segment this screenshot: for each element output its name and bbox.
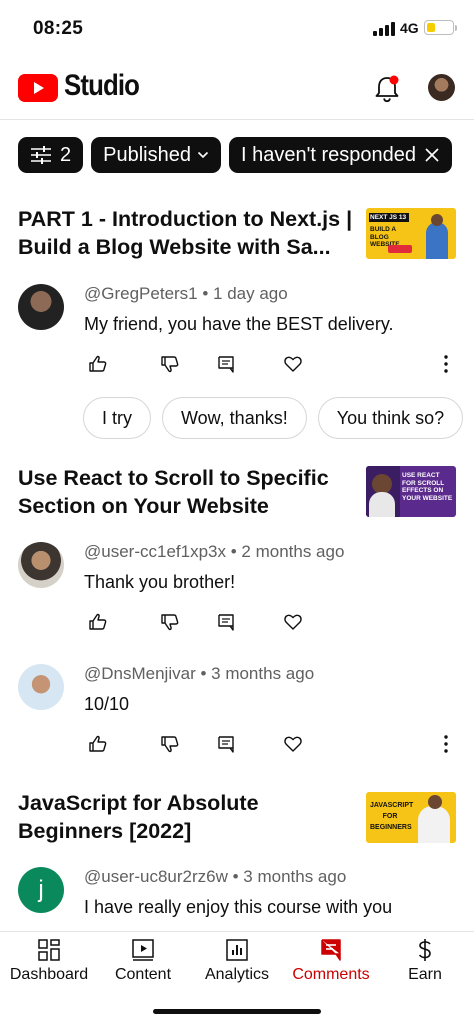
dashboard-icon [38, 939, 60, 961]
comment-time: 3 months ago [211, 664, 315, 683]
response-filter-chip[interactable]: I haven't responded [228, 137, 453, 173]
nav-dashboard-label: Dashboard [9, 966, 89, 983]
status-time: 08:25 [33, 18, 84, 39]
nav-analytics-label: Analytics [204, 966, 270, 983]
comment-time: 2 months ago [241, 542, 345, 561]
status-bar: 08:25 4G [0, 0, 474, 58]
video-title[interactable]: PART 1 - Introduction to Next.js | Build… [18, 205, 358, 261]
close-icon[interactable] [424, 147, 440, 163]
app-header: Studio [0, 58, 474, 120]
analytics-icon [226, 939, 248, 961]
comment-meta: @user-cc1ef1xp3x • 2 months ago [84, 542, 345, 561]
reply-icon[interactable] [216, 612, 236, 632]
filter-settings-chip[interactable]: 2 [18, 137, 84, 173]
nav-comments[interactable]: Comments [284, 932, 378, 992]
heart-icon[interactable] [283, 354, 303, 374]
published-filter-chip[interactable]: Published [91, 137, 221, 173]
video-title[interactable]: JavaScript for Absolute Beginners [2022] [18, 789, 358, 845]
home-indicator[interactable] [153, 1009, 321, 1014]
nav-earn-label: Earn [408, 966, 442, 983]
comment-meta: @user-uc8ur2rz6w • 3 months ago [84, 867, 347, 886]
filter-bar: 2 Published I haven't responded [18, 137, 453, 173]
more-options-icon[interactable] [438, 734, 454, 754]
nav-analytics[interactable]: Analytics [190, 932, 284, 992]
thumbs-up-icon[interactable] [88, 612, 108, 632]
comment-author[interactable]: @DnsMenjivar [84, 664, 196, 683]
comment-time: 3 months ago [243, 867, 347, 886]
comment-meta: @DnsMenjivar • 3 months ago [84, 664, 315, 683]
nav-content-label: Content [114, 966, 172, 983]
account-avatar[interactable] [428, 74, 455, 101]
comment-actions [88, 734, 458, 754]
suggested-replies: I try Wow, thanks! You think so? [83, 397, 464, 439]
comment-text: Thank you brother! [84, 572, 236, 592]
heart-icon[interactable] [283, 734, 303, 754]
comment-author[interactable]: @user-uc8ur2rz6w [84, 867, 228, 886]
comment-time: 1 day ago [213, 284, 288, 303]
video-thumbnail[interactable]: USE REACT FOR SCROLL EFFECTS ON YOUR WEB… [366, 466, 456, 517]
brand-title: Studio [64, 69, 140, 102]
comment-text: 10/10 [84, 694, 130, 714]
suggested-reply-chip[interactable]: You think so? [317, 397, 464, 439]
comment-author[interactable]: @user-cc1ef1xp3x [84, 542, 226, 561]
earn-icon [418, 939, 431, 961]
battery-cap [455, 25, 457, 31]
heart-icon[interactable] [283, 612, 303, 632]
more-options-icon[interactable] [438, 354, 454, 374]
comment-author[interactable]: @GregPeters1 [84, 284, 198, 303]
reply-icon[interactable] [216, 354, 236, 374]
nav-earn[interactable]: Earn [378, 932, 472, 992]
notifications-bell-icon[interactable] [373, 74, 401, 104]
network-type: 4G [400, 20, 419, 36]
nav-comments-label: Comments [292, 966, 370, 983]
content-icon [132, 939, 154, 961]
video-thumbnail[interactable]: NEXT JS 13 BUILD A BLOG WEBSITE [366, 208, 456, 259]
battery-icon [424, 20, 454, 35]
commenter-avatar[interactable] [18, 664, 64, 710]
thumbs-down-icon[interactable] [160, 354, 180, 374]
chevron-down-icon [197, 151, 209, 159]
youtube-logo-icon[interactable] [18, 74, 58, 102]
video-thumbnail[interactable]: JAVASCRIPT FOR BEGINNERS [366, 792, 456, 843]
comment-text: My friend, you have the BEST delivery. [84, 314, 394, 334]
filter-count: 2 [60, 143, 72, 166]
commenter-avatar[interactable]: j [18, 867, 64, 913]
thumbs-down-icon[interactable] [160, 612, 180, 632]
bottom-nav: Dashboard Content Analytics Comments Ear… [0, 931, 474, 991]
thumbs-up-icon[interactable] [88, 354, 108, 374]
comment-meta: @GregPeters1 • 1 day ago [84, 284, 288, 303]
suggested-reply-chip[interactable]: Wow, thanks! [162, 397, 307, 439]
nav-dashboard[interactable]: Dashboard [2, 932, 96, 992]
comments-icon [321, 939, 341, 961]
suggested-reply-chip[interactable]: I try [83, 397, 151, 439]
signal-icon [373, 22, 395, 36]
comment-text: I have really enjoy this course with you [84, 897, 393, 917]
published-filter-label: Published [103, 143, 191, 166]
nav-content[interactable]: Content [96, 932, 190, 992]
comment-actions [88, 354, 458, 374]
thumbs-down-icon[interactable] [160, 734, 180, 754]
commenter-avatar[interactable] [18, 542, 64, 588]
commenter-avatar[interactable] [18, 284, 64, 330]
comment-actions [88, 612, 458, 632]
sliders-icon [31, 146, 51, 164]
video-title[interactable]: Use React to Scroll to Specific Section … [18, 464, 358, 520]
reply-icon[interactable] [216, 734, 236, 754]
response-filter-label: I haven't responded [240, 143, 417, 166]
thumbs-up-icon[interactable] [88, 734, 108, 754]
